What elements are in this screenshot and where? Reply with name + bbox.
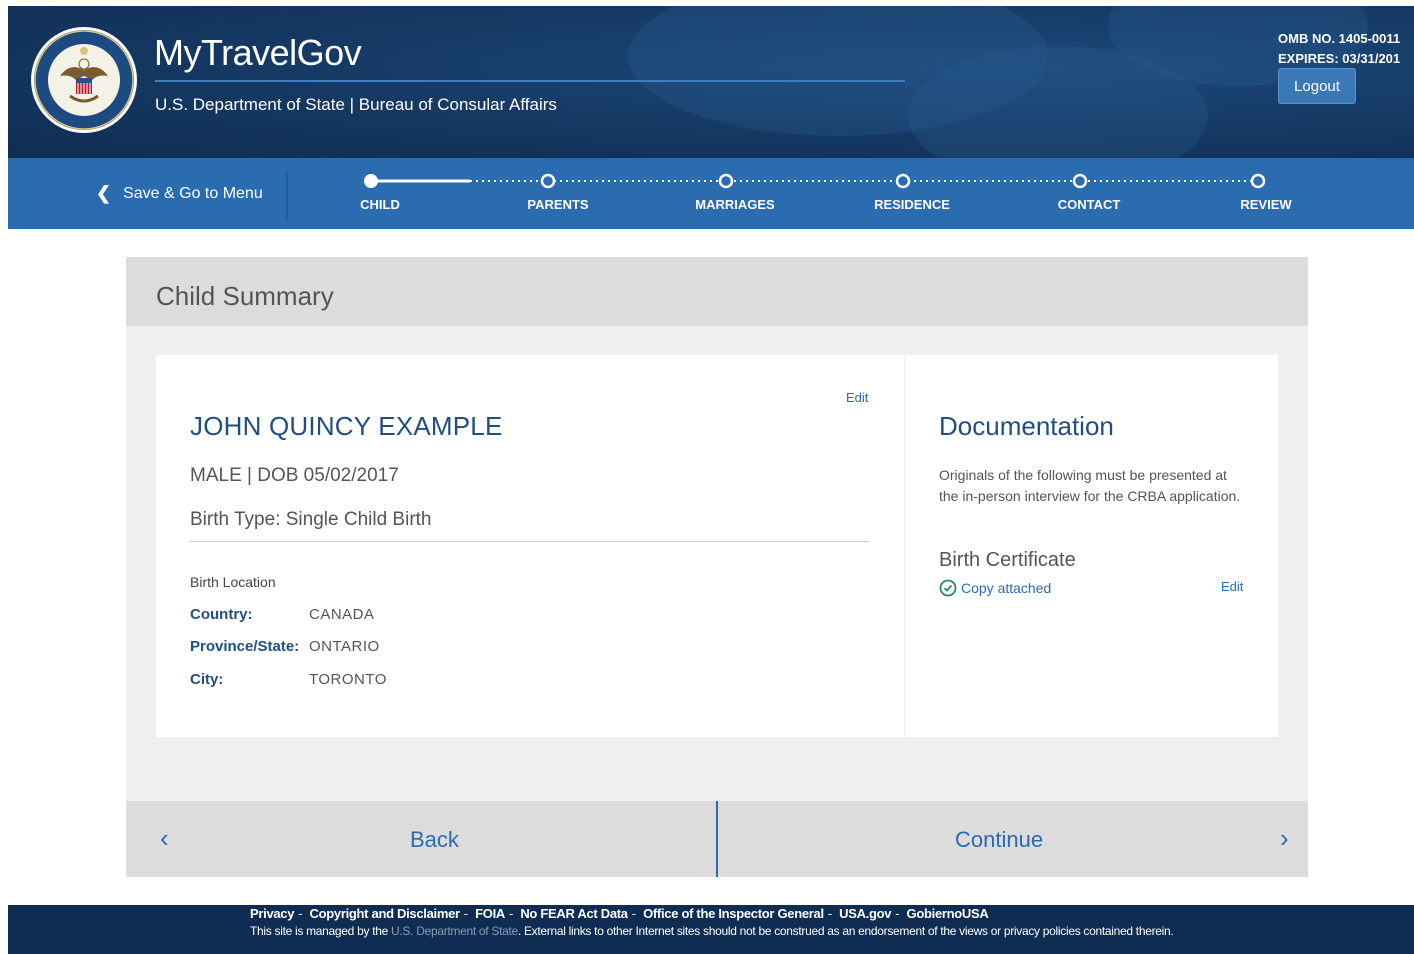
footer-dos-link[interactable]: U.S. Department of State <box>391 924 518 938</box>
back-button[interactable]: ‹ Back <box>126 801 716 877</box>
site-header: MyTravelGov U.S. Department of State | B… <box>8 6 1414 158</box>
continue-label: Continue <box>955 827 1044 852</box>
location-label: City: <box>190 671 224 688</box>
birth-certificate-title: Birth Certificate <box>939 549 1076 571</box>
progress-track <box>364 173 1266 189</box>
birth-certificate-status: Copy attached <box>939 579 1051 597</box>
card-header: Child Summary <box>126 257 1308 326</box>
footer-link-foia[interactable]: FOIA <box>475 906 505 921</box>
birth-type: Birth Type: Single Child Birth <box>190 509 432 530</box>
page: MyTravelGov U.S. Department of State | B… <box>0 0 1414 954</box>
location-row-province: Province/State: ONTARIO <box>190 638 380 655</box>
title-divider <box>155 80 905 82</box>
edit-child-link[interactable]: Edit <box>846 390 868 405</box>
step-dot-marriages[interactable] <box>718 173 734 189</box>
footer-link-usa-gov[interactable]: USA.gov <box>839 906 891 921</box>
check-circle-icon <box>939 579 957 597</box>
omb-number: OMB NO. 1405-0011 <box>1278 31 1401 46</box>
step-label-contact[interactable]: CONTACT <box>1058 197 1121 212</box>
child-gender-dob: MALE | DOB 05/02/2017 <box>190 465 399 486</box>
app-subtitle: U.S. Department of State | Bureau of Con… <box>155 95 557 114</box>
location-label: Province/State: <box>190 638 300 655</box>
footer-note: This site is managed by the U.S. Departm… <box>250 924 1174 938</box>
step-dot-residence[interactable] <box>895 173 911 189</box>
location-label: Country: <box>190 606 253 623</box>
footer-link-no-fear[interactable]: No FEAR Act Data <box>520 906 628 921</box>
footer-links: Privacy - Copyright and Disclaimer - FOIA -… <box>250 906 989 921</box>
footer-note-suffix: . External links to other Internet sites… <box>517 924 1174 938</box>
step-dot-child[interactable] <box>364 174 378 188</box>
footer-link-privacy[interactable]: Privacy <box>250 906 294 921</box>
step-label-parents[interactable]: PARENTS <box>527 197 588 212</box>
edit-documentation-link[interactable]: Edit <box>1221 579 1243 594</box>
birth-location-heading: Birth Location <box>190 574 276 590</box>
documentation-panel: Documentation Originals of the following… <box>904 355 1278 737</box>
documentation-title: Documentation <box>939 411 1114 441</box>
page-title: Child Summary <box>156 281 334 311</box>
location-row-country: Country: CANADA <box>190 606 375 623</box>
location-value: TORONTO <box>309 671 387 688</box>
step-dot-parents[interactable] <box>540 173 556 189</box>
location-value: CANADA <box>309 606 375 623</box>
footer-link-copyright[interactable]: Copyright and Disclaimer <box>310 906 461 921</box>
footer-note-prefix: This site is managed by the <box>250 924 388 938</box>
chevron-left-icon: ‹ <box>160 823 169 853</box>
step-label-review[interactable]: REVIEW <box>1240 197 1291 212</box>
omb-expires: EXPIRES: 03/31/201 <box>1278 51 1401 66</box>
logout-button[interactable]: Logout <box>1278 68 1356 104</box>
footer-link-gobierno-usa[interactable]: GobiernoUSA <box>907 906 989 921</box>
child-summary-card: Child Summary Edit JOHN QUINCY EXAMPLE M… <box>126 257 1308 877</box>
location-value: ONTARIO <box>309 638 380 655</box>
step-label-marriages[interactable]: MARRIAGES <box>695 197 774 212</box>
site-footer: Privacy - Copyright and Disclaimer - FOIA -… <box>8 905 1414 954</box>
step-label-child[interactable]: CHILD <box>360 197 400 212</box>
location-row-city: City: TORONTO <box>190 671 387 688</box>
app-title: MyTravelGov <box>154 32 362 73</box>
child-name: JOHN QUINCY EXAMPLE <box>190 411 503 441</box>
child-details-panel: Edit JOHN QUINCY EXAMPLE MALE | DOB 05/0… <box>156 355 904 737</box>
continue-button[interactable]: Continue › <box>718 801 1308 877</box>
documentation-description: Originals of the following must be prese… <box>939 467 1241 504</box>
step-label-residence[interactable]: RESIDENCE <box>874 197 950 212</box>
progress-nav: ❮ Save & Go to Menu CHILD PARENTS MARRIA… <box>8 158 1414 229</box>
omb-info: OMB NO. 1405-0011 EXPIRES: 03/31/201 <box>1278 29 1400 69</box>
department-of-state-seal-icon <box>31 27 137 133</box>
status-text: Copy attached <box>961 580 1052 596</box>
chevron-right-icon: › <box>1280 823 1289 853</box>
step-dot-review[interactable] <box>1250 173 1266 189</box>
footer-link-inspector-general[interactable]: Office of the Inspector General <box>643 906 824 921</box>
back-label: Back <box>410 827 459 852</box>
details-divider <box>190 541 870 542</box>
step-dot-contact[interactable] <box>1072 173 1088 189</box>
